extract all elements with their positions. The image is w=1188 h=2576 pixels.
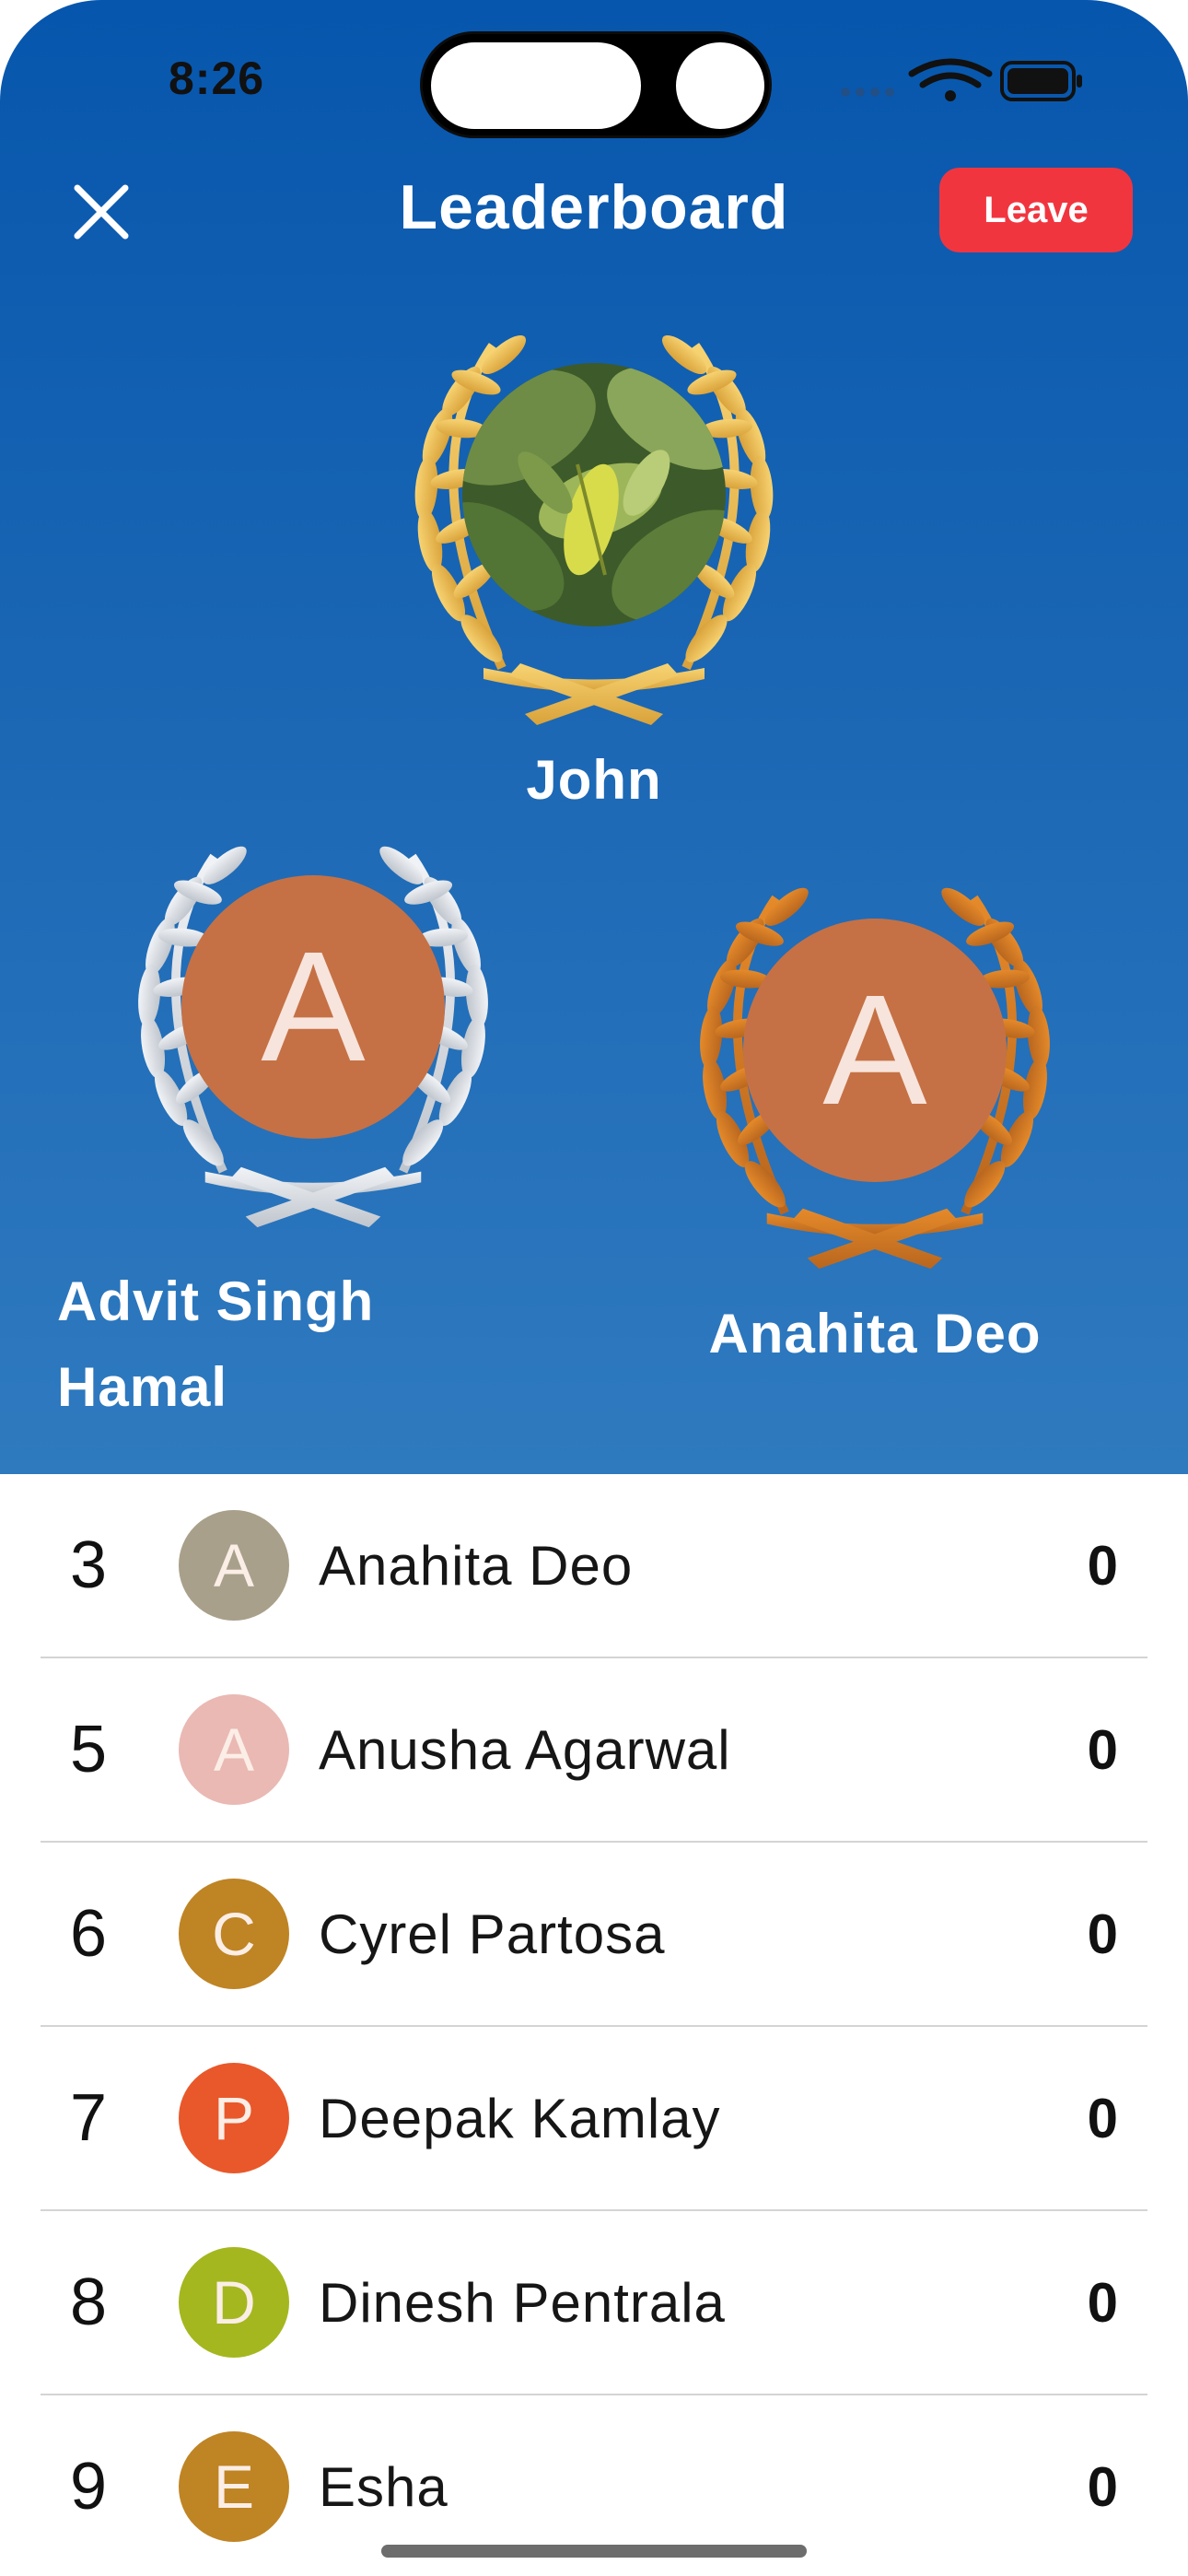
rank-number: 7 bbox=[70, 2081, 108, 2155]
user-score: 0 bbox=[1087, 1534, 1118, 1597]
status-icons bbox=[841, 58, 1082, 101]
leaderboard-header: 8:26 Leaderboard Leave John A Advit Sing… bbox=[0, 0, 1188, 1474]
status-time: 8:26 bbox=[169, 53, 265, 104]
wifi-icon bbox=[908, 58, 993, 88]
second-place-name: Advit Singh Hamal bbox=[57, 1259, 374, 1430]
user-score: 0 bbox=[1087, 1903, 1118, 1965]
second-place-name-line2: Hamal bbox=[57, 1356, 228, 1418]
leaderboard-row[interactable]: 8 D Dinesh Pentrala 0 bbox=[41, 2211, 1147, 2395]
leave-button[interactable]: Leave bbox=[939, 168, 1133, 252]
second-place-name-line1: Advit Singh bbox=[57, 1270, 375, 1332]
rank-number: 8 bbox=[70, 2266, 108, 2339]
user-name: Anahita Deo bbox=[319, 1534, 634, 1597]
leaf-photo-icon bbox=[462, 363, 726, 626]
third-place-avatar[interactable]: A bbox=[743, 919, 1007, 1182]
user-score: 0 bbox=[1087, 2455, 1118, 2518]
rank-number: 6 bbox=[70, 1897, 108, 1971]
user-name: Anusha Agarwal bbox=[319, 1718, 731, 1781]
first-place-avatar[interactable] bbox=[462, 363, 726, 626]
leaderboard-row[interactable]: 6 C Cyrel Partosa 0 bbox=[41, 1843, 1147, 2027]
user-avatar: D bbox=[179, 2247, 289, 2358]
user-avatar: A bbox=[179, 1510, 289, 1621]
user-avatar: A bbox=[179, 1694, 289, 1805]
leaderboard-list: 3 A Anahita Deo 0 5 A Anusha Agarwal 0 6… bbox=[0, 1474, 1188, 2576]
dynamic-island bbox=[420, 31, 772, 138]
island-pill bbox=[428, 40, 644, 132]
user-name: Cyrel Partosa bbox=[319, 1903, 666, 1965]
rank-number: 3 bbox=[70, 1528, 108, 1602]
rank-number: 5 bbox=[70, 1713, 108, 1786]
user-avatar: C bbox=[179, 1879, 289, 1989]
app-screen: 8:26 Leaderboard Leave John A Advit Sing… bbox=[0, 0, 1188, 2576]
user-name: Deepak Kamlay bbox=[319, 2087, 721, 2149]
user-avatar: P bbox=[179, 2063, 289, 2173]
user-name: Esha bbox=[319, 2455, 448, 2518]
user-avatar: E bbox=[179, 2431, 289, 2542]
battery-icon bbox=[1000, 61, 1082, 101]
leaderboard-row[interactable]: 5 A Anusha Agarwal 0 bbox=[41, 1658, 1147, 1843]
user-name: Dinesh Pentrala bbox=[319, 2271, 726, 2334]
user-score: 0 bbox=[1087, 2087, 1118, 2149]
leaderboard-row[interactable]: 3 A Anahita Deo 0 bbox=[41, 1474, 1147, 1658]
island-dot bbox=[673, 40, 767, 132]
third-place-initial: A bbox=[822, 963, 927, 1138]
first-place-name: John bbox=[526, 749, 662, 811]
rank-number: 9 bbox=[70, 2450, 108, 2523]
second-place-avatar[interactable]: A bbox=[181, 875, 445, 1139]
home-indicator bbox=[381, 2545, 807, 2558]
leaderboard-row[interactable]: 7 P Deepak Kamlay 0 bbox=[41, 2027, 1147, 2211]
signal-icon bbox=[841, 88, 894, 97]
third-place-name: Anahita Deo bbox=[708, 1303, 1042, 1364]
user-score: 0 bbox=[1087, 2271, 1118, 2334]
user-score: 0 bbox=[1087, 1718, 1118, 1781]
second-place-initial: A bbox=[261, 919, 366, 1095]
